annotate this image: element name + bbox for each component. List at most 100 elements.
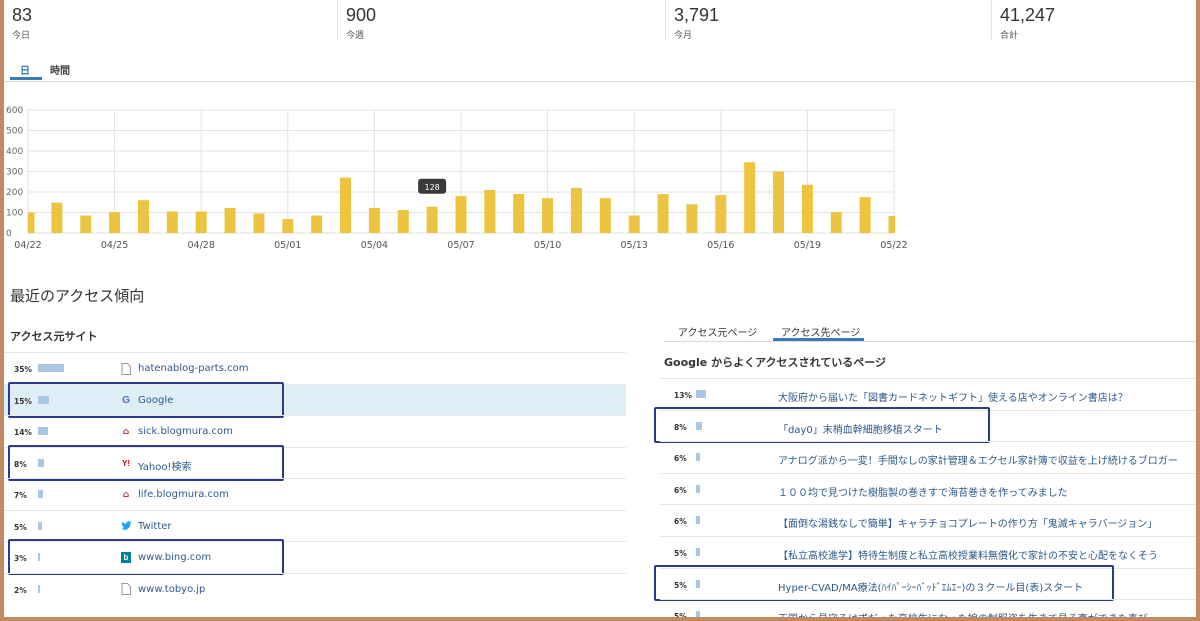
page-row[interactable]: 5% 天国から見守るはずだった高校生になった娘の制服姿を生きて見る事ができた喜び: [660, 599, 1196, 617]
x-tick-label: 05/16: [707, 240, 734, 251]
bar-05/04: [368, 207, 380, 233]
tab-source-pages[interactable]: アクセス元ページ: [678, 324, 757, 339]
y-tick-label: 500: [6, 127, 23, 137]
stats-summary: 83 今日 900 今週 3,791 今月 41,247 合計: [4, 0, 1196, 44]
stat-value: 41,247: [1000, 5, 1056, 25]
referrer-sites-list: 35% hatenablog-parts.com 15% G Google 14% ⌂ sic…: [4, 352, 626, 604]
referrer-row[interactable]: 14% ⌂ sick.blogmura.com: [4, 415, 626, 447]
x-tick-label: 05/04: [361, 240, 388, 251]
y-tick-label: 400: [6, 147, 23, 157]
bar-05/01: [282, 219, 294, 233]
y-tick-label: 100: [6, 209, 23, 219]
referrer-site-link[interactable]: sick.blogmura.com: [138, 426, 233, 437]
y-tick-label: 0: [6, 229, 12, 239]
page-title-link[interactable]: アナログ派から一変！手間なしの家計管理＆エクセル家計簿で収益を上げ続けるブロガー: [778, 452, 1178, 467]
page-row[interactable]: 13% 大阪府から届いた「図書カードネットギフト」使える店やオンライン書店は？: [660, 378, 1196, 410]
page-ratio-bar: [696, 453, 700, 462]
referrer-ratio-bar: [38, 427, 48, 435]
page-ratio-bar: [696, 516, 700, 525]
section-title: 最近のアクセス傾向: [10, 287, 145, 305]
page-percent: 13%: [674, 391, 692, 400]
bar-05/19: [801, 184, 813, 233]
bar-04/23: [51, 202, 63, 233]
page-row[interactable]: 6% アナログ派から一変！手間なしの家計管理＆エクセル家計簿で収益を上げ続けるブロ…: [660, 441, 1196, 473]
page-tabs: アクセス元ページ アクセス先ページ: [664, 320, 1196, 342]
referrer-site-link[interactable]: life.blogmura.com: [138, 489, 229, 500]
highlight-box: [654, 564, 1114, 601]
stat-label: 今月: [674, 31, 693, 41]
tab-day[interactable]: 日: [20, 62, 30, 77]
bar-05/08: [484, 189, 496, 233]
page-icon: [120, 362, 132, 375]
x-tick-label: 05/13: [621, 240, 648, 251]
blogmura-icon: ⌂: [122, 426, 130, 437]
referrer-site-link[interactable]: Twitter: [138, 521, 172, 532]
active-tab-indicator: [773, 338, 864, 341]
page-percent: 6%: [674, 485, 687, 495]
bar-05/13: [628, 215, 640, 233]
bar-05/10: [542, 198, 554, 233]
bar-05/15: [686, 204, 698, 233]
page-percent: 6%: [674, 517, 687, 527]
bar-04/28: [195, 211, 207, 233]
bar-05/17: [744, 162, 756, 233]
x-tick-label: 04/22: [14, 240, 41, 251]
popular-pages-title: Google からよくアクセスされているページ: [664, 356, 886, 369]
bar-05/21: [859, 197, 871, 233]
x-tick-label: 05/01: [274, 240, 301, 251]
highlight-box: [8, 444, 284, 481]
page-title-link[interactable]: 大阪府から届いた「図書カードネットギフト」使える店やオンライン書店は？: [778, 389, 1128, 404]
stat-label: 今週: [346, 31, 365, 41]
referrer-row[interactable]: 7% ⌂ life.blogmura.com: [4, 478, 626, 510]
referrer-percent: 7%: [14, 491, 27, 500]
page-row[interactable]: 6% １００均で見つけた樹脂製の巻きすで海苔巻きを作ってみました: [660, 472, 1196, 505]
bar-05/02: [311, 215, 323, 233]
bar-04/27: [166, 211, 178, 233]
referrer-percent: 35%: [14, 365, 32, 374]
referrer-percent: 2%: [14, 585, 27, 595]
bar-05/18: [773, 171, 785, 233]
bar-05/05: [397, 210, 409, 233]
referrer-site-link[interactable]: hatenablog-parts.com: [138, 363, 248, 374]
referrer-row[interactable]: 35% hatenablog-parts.com: [4, 352, 626, 384]
bar-05/06: [426, 206, 438, 233]
tab-target-pages[interactable]: アクセス先ページ: [781, 324, 860, 339]
bar-04/25: [109, 212, 121, 233]
access-bar-chart: 0 100 200 300 400 500 600 04/22 04/25 04/28 05/01 0…: [6, 106, 908, 251]
blogmura-icon: ⌂: [122, 489, 130, 500]
referrer-site-link[interactable]: www.tobyo.jp: [138, 584, 205, 595]
highlight-box: [8, 539, 284, 575]
y-tick-label: 200: [6, 188, 23, 198]
page-title-link[interactable]: 【私立高校進学】特待生制度と私立高校授業料無償化で家計の不安と心配をなくそう: [778, 547, 1158, 562]
page-ratio-bar: [696, 484, 700, 493]
page-icon: [120, 583, 132, 596]
popular-pages-list: 13% 大阪府から届いた「図書カードネットギフト」使える店やオンライン書店は？ 8%…: [654, 378, 1196, 617]
page-row[interactable]: 6% 【面倒な湯銭なしで簡単】キャラチョコプレートの作り方「鬼滅キャラバージョン」: [660, 504, 1196, 536]
stat-value: 3,791: [674, 5, 720, 25]
page-title-link[interactable]: １００均で見つけた樹脂製の巻きすで海苔巻きを作ってみました: [778, 484, 1068, 499]
x-tick-label: 05/19: [794, 240, 821, 251]
access-stats-page: 83 今日 900 今週 3,791 今月 41,247 合計 日 時間 0 10…: [4, 0, 1196, 617]
y-tick-label: 300: [6, 168, 23, 178]
x-tick-label: 04/28: [188, 240, 215, 251]
bar-04/29: [224, 207, 236, 233]
page-row[interactable]: 5% 【私立高校進学】特待生制度と私立高校授業料無償化で家計の不安と心配をなくそう: [660, 535, 1196, 568]
referrer-ratio-bar: [38, 521, 42, 530]
page-title-link[interactable]: 【面倒な湯銭なしで簡単】キャラチョコプレートの作り方「鬼滅キャラバージョン」: [778, 515, 1157, 530]
page-ratio-bar: [696, 390, 706, 398]
x-tick-label: 05/22: [880, 240, 907, 251]
stat-today: 83 今日: [4, 0, 338, 41]
highlight-box: [654, 406, 990, 443]
referrer-sites-title: アクセス元サイト: [10, 330, 98, 343]
bar-04/24: [80, 215, 92, 233]
referrer-row[interactable]: 5% Twitter: [4, 509, 626, 542]
referrer-ratio-bar: [38, 364, 64, 372]
bar-05/12: [599, 198, 611, 233]
x-tick-label: 04/25: [101, 240, 128, 251]
page-title-link[interactable]: 天国から見守るはずだった高校生になった娘の制服姿を生きて見る事ができた喜び: [778, 610, 1148, 617]
stat-value: 83: [12, 5, 33, 25]
referrer-row[interactable]: 2% www.tobyo.jp: [4, 572, 626, 605]
referrer-percent: 5%: [14, 522, 27, 532]
tab-hour[interactable]: 時間: [50, 62, 70, 77]
bar-04/26: [137, 200, 149, 233]
